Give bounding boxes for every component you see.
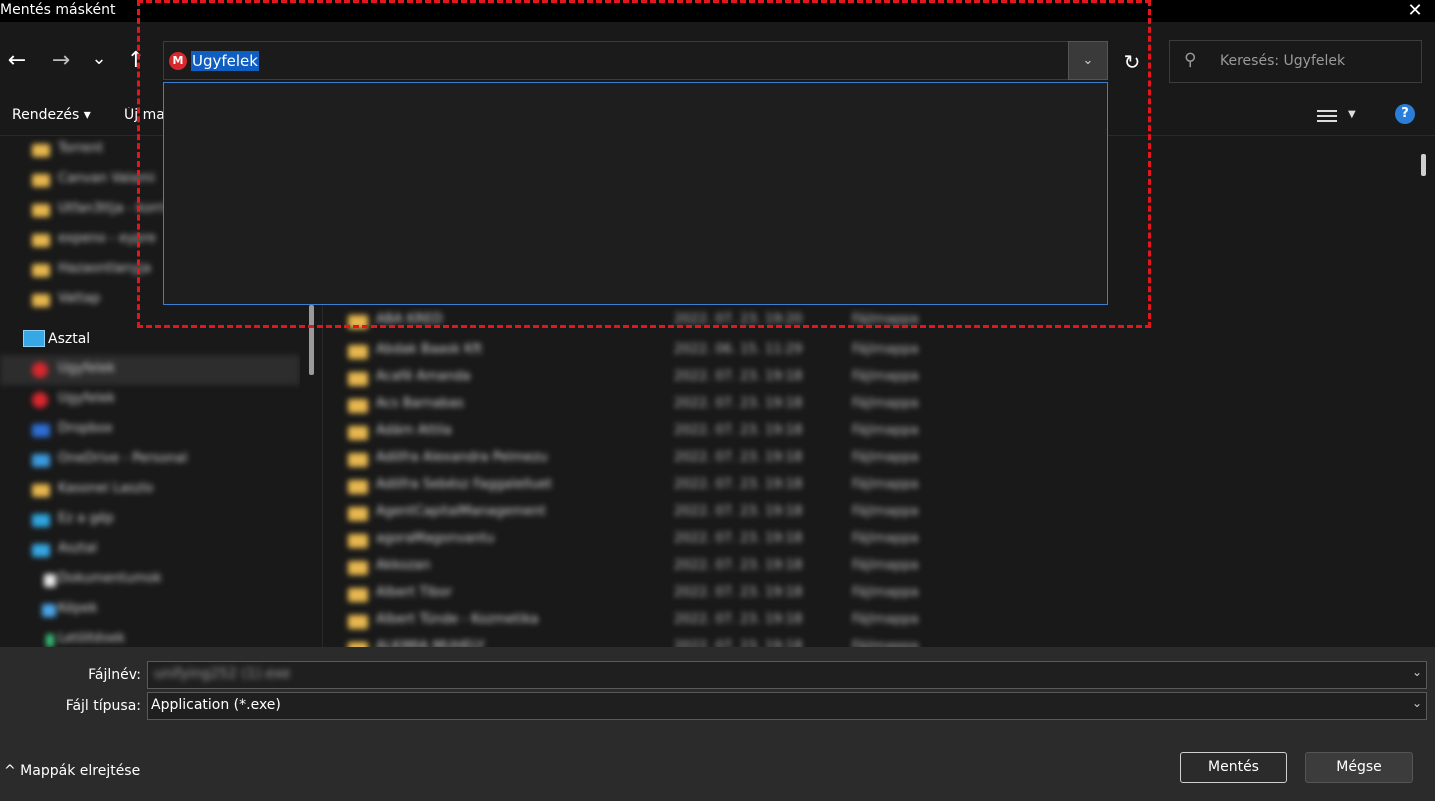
filename-value[interactable]: unifying252 (1).exe: [154, 666, 291, 682]
folder-icon: [32, 264, 50, 277]
search-input[interactable]: Keresés: Ugyfelek: [1220, 53, 1345, 69]
sidebar-item[interactable]: Ez a gép: [0, 505, 300, 535]
sidebar-item-desktop[interactable]: Asztal: [48, 331, 90, 347]
sidebar-item[interactable]: Dropbox: [0, 415, 300, 445]
filename-label: Fájlnév:: [88, 667, 141, 683]
filename-field[interactable]: unifying252 (1).exe ⌄: [147, 661, 1427, 689]
table-row[interactable]: Akkozan 2022. 07. 23. 19:18 Fájlmappa: [324, 554, 1414, 581]
chevron-down-icon[interactable]: ⌄: [1412, 665, 1422, 679]
file-list-scrollbar[interactable]: [1421, 154, 1426, 176]
mega-icon: [32, 362, 48, 378]
pictures-icon: [42, 604, 56, 617]
sidebar-item-selected[interactable]: Ugyfelek: [0, 355, 300, 385]
hide-folders-toggle[interactable]: ^ Mappák elrejtése: [4, 763, 140, 779]
cancel-button[interactable]: Mégse: [1305, 752, 1413, 783]
table-row[interactable]: Albert Tünde - Kozmetika 2022. 07. 23. 19…: [324, 608, 1414, 635]
table-row[interactable]: Acs Barnabas 2022. 07. 23. 19:18 Fájlmappa: [324, 392, 1414, 419]
table-row[interactable]: ALKIMIA MUHELY 2022. 07. 23. 19:18 Fájlmap…: [324, 635, 1414, 647]
folder-icon: [32, 144, 50, 157]
filetype-select[interactable]: Application (*.exe) ⌄: [147, 692, 1427, 720]
folder-icon: [348, 372, 368, 386]
forward-arrow-icon[interactable]: →: [49, 46, 73, 76]
dropbox-icon: [32, 424, 50, 437]
recent-locations-chevron-icon[interactable]: ⌄: [89, 44, 109, 74]
organize-button[interactable]: Rendezés ▾: [12, 107, 91, 123]
sidebar-item[interactable]: Kasonei Laszlo: [0, 475, 300, 505]
folder-icon: [32, 234, 50, 247]
window-title: Mentés másként: [0, 2, 116, 18]
filetype-value[interactable]: Application (*.exe): [151, 697, 281, 713]
folder-icon: [348, 453, 368, 467]
folder-icon: [32, 294, 50, 307]
folder-icon: [348, 480, 368, 494]
sidebar-item[interactable]: Ugyfelek: [0, 385, 300, 415]
desktop-icon: [23, 330, 45, 347]
folder-icon: [348, 588, 368, 602]
help-icon[interactable]: ?: [1395, 104, 1415, 124]
back-arrow-icon[interactable]: ←: [5, 46, 29, 76]
folder-icon: [348, 426, 368, 440]
folder-icon: [348, 507, 368, 521]
folder-icon: [348, 534, 368, 548]
folder-icon: [32, 174, 50, 187]
onedrive-icon: [32, 454, 50, 467]
save-button[interactable]: Mentés: [1180, 752, 1287, 783]
table-row[interactable]: agoraMagonvantu 2022. 07. 23. 19:18 Fájlma…: [324, 527, 1414, 554]
pc-icon: [32, 514, 50, 527]
folder-icon: [348, 561, 368, 575]
sidebar-item[interactable]: Dokumentumok: [0, 565, 300, 595]
view-options-icon[interactable]: [1317, 107, 1337, 125]
folder-icon: [32, 484, 50, 497]
save-button-label: Mentés: [1208, 759, 1259, 775]
mega-icon: [32, 392, 48, 408]
sidebar-item[interactable]: Asztal: [0, 535, 300, 565]
chevron-down-icon[interactable]: ⌄: [1412, 696, 1422, 710]
table-row[interactable]: Abdak Baask Kft 2022. 06. 15. 11:29 Fájlma…: [324, 338, 1414, 365]
sidebar-item[interactable]: Képek: [0, 595, 300, 625]
file-list: ABA KRED 2022. 07. 23. 19:20 Fájlmappa Abd…: [324, 300, 1414, 647]
folder-icon: [348, 399, 368, 413]
documents-icon: [44, 574, 56, 587]
close-icon[interactable]: ✕: [1405, 0, 1425, 22]
search-box[interactable]: ⚲ Keresés: Ugyfelek: [1169, 40, 1422, 83]
downloads-icon: [46, 634, 54, 647]
table-row[interactable]: AgentCapitalManagement 2022. 07. 23. 19:1…: [324, 500, 1414, 527]
folder-icon: [32, 204, 50, 217]
table-row[interactable]: Acafé Amanda 2022. 07. 23. 19:18 Fájlmappa: [324, 365, 1414, 392]
desktop-icon: [32, 544, 50, 557]
search-icon: ⚲: [1184, 50, 1197, 70]
table-row[interactable]: Adöfra Alexandra Pelmezu 2022. 07. 23. 19…: [324, 446, 1414, 473]
sidebar-item[interactable]: Letöltések: [0, 625, 300, 647]
table-row[interactable]: Adöfra Sebész Faggalelluet 2022. 07. 23. …: [324, 473, 1414, 500]
folder-icon: [348, 615, 368, 629]
view-caret-icon[interactable]: ▼: [1348, 105, 1356, 125]
save-options-panel: Fájlnév: unifying252 (1).exe ⌄ Fájl típu…: [0, 647, 1435, 801]
table-row[interactable]: Albert Tibor 2022. 07. 23. 19:18 Fájlmappa: [324, 581, 1414, 608]
highlight-box: [137, 0, 1151, 328]
folder-icon: [348, 345, 368, 359]
sidebar-item[interactable]: OneDrive - Personal: [0, 445, 300, 475]
table-row[interactable]: Adám Attila 2022. 07. 23. 19:18 Fájlmappa: [324, 419, 1414, 446]
filetype-label: Fájl típusa:: [65, 698, 141, 714]
